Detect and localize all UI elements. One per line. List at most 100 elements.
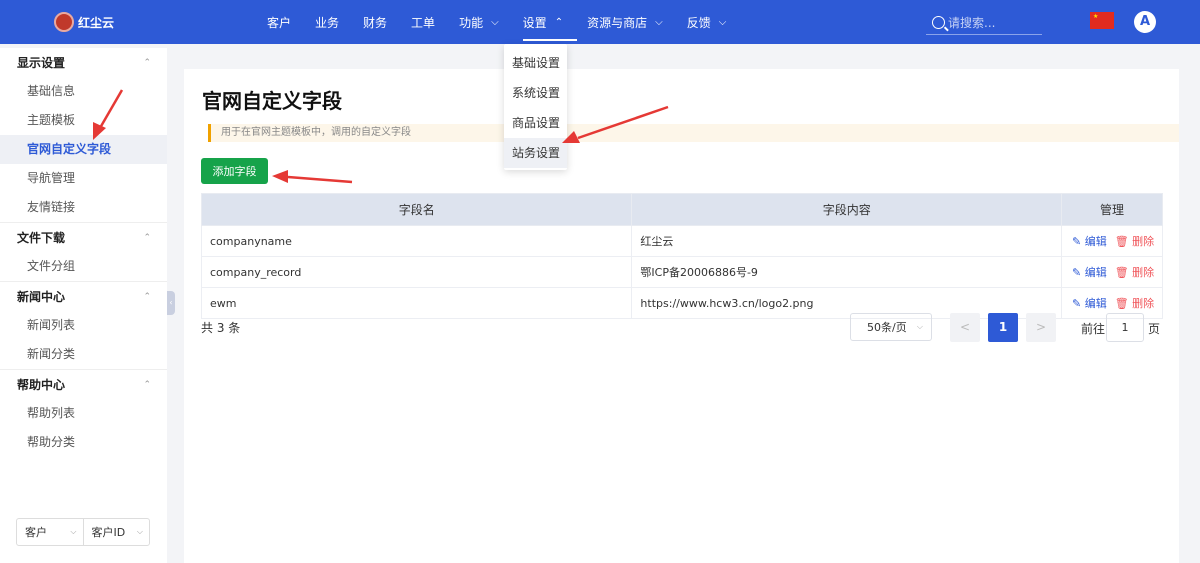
sidebar-item-nav-management[interactable]: 导航管理 [0, 164, 167, 193]
nav-tickets[interactable]: 工单 [411, 0, 435, 44]
sidebar-item-custom-fields[interactable]: 官网自定义字段 [0, 135, 167, 164]
pencil-icon: ✎ [1071, 235, 1082, 248]
goto-label: 前往 [1081, 322, 1106, 336]
column-header: 管理 [1060, 193, 1164, 226]
sidebar-group-news-center[interactable]: 新闻中心 ⌃ [0, 281, 167, 311]
chevron-down-icon: ⌵ [916, 322, 923, 331]
nav-business[interactable]: 业务 [315, 0, 339, 44]
menu-item-product-settings[interactable]: 商品设置 [504, 108, 567, 138]
page-size-value: 50条/页 [867, 321, 907, 334]
nav-label: 工单 [411, 15, 436, 30]
chevron-down-icon: ⌵ [70, 527, 77, 536]
nav-label: 客户 [267, 15, 292, 30]
sidebar-collapse-handle[interactable]: ‹ [167, 291, 175, 315]
group-title: 文件下载 [17, 231, 66, 245]
sidebar: 显示设置 ⌃ 基础信息 主题模板 官网自定义字段 导航管理 友情链接 文件下载 ⌃ … [0, 48, 167, 563]
next-page-button[interactable]: > [1026, 313, 1056, 342]
sidebar-item-basic-info[interactable]: 基础信息 [0, 77, 167, 106]
edit-button[interactable]: ✎ 编辑 [1072, 266, 1107, 279]
table-row: company_record 鄂ICP备20006886号-9 ✎ 编辑 🗑 删除 [200, 256, 1164, 288]
sidebar-item-help-categories[interactable]: 帮助分类 [0, 428, 167, 457]
menu-item-basic-settings[interactable]: 基础设置 [504, 48, 567, 78]
nav-finance[interactable]: 财务 [363, 0, 387, 44]
goto-suffix: 页 [1148, 322, 1161, 336]
nav-label: 反馈 [686, 15, 711, 30]
sidebar-item-friend-links[interactable]: 友情链接 [0, 193, 167, 222]
main-nav: 客户 业务 财务 工单 功能 ⌵ 设置 ⌃ 资源与商店 ⌵ 反馈 ⌵ [267, 0, 750, 44]
add-field-button[interactable]: 添加字段 [201, 158, 268, 184]
edit-label: 编辑 [1084, 297, 1107, 310]
sidebar-item-file-groups[interactable]: 文件分组 [0, 252, 167, 281]
field-name-cell: ewm [200, 287, 633, 319]
nav-label: 资源与商店 [587, 15, 648, 30]
pencil-icon: ✎ [1071, 266, 1082, 279]
nav-features[interactable]: 功能 ⌵ [459, 0, 499, 44]
nav-label: 业务 [315, 15, 340, 30]
chevron-up-icon: ⌃ [143, 232, 151, 243]
delete-button[interactable]: 🗑 删除 [1115, 235, 1154, 248]
nav-settings[interactable]: 设置 ⌃ [522, 0, 578, 44]
nav-feedback[interactable]: 反馈 ⌵ [687, 0, 727, 44]
group-title: 显示设置 [17, 56, 66, 70]
sidebar-group-file-download[interactable]: 文件下载 ⌃ [0, 222, 167, 252]
notice-banner: 用于在官网主题模板中，调用的自定义字段 [208, 124, 1179, 142]
menu-item-system-settings[interactable]: 系统设置 [504, 78, 567, 108]
field-name-cell: company_record [200, 256, 633, 288]
nav-label: 设置 [522, 15, 547, 30]
edit-button[interactable]: ✎ 编辑 [1072, 235, 1107, 248]
table-row: companyname 红尘云 ✎ 编辑 🗑 删除 [200, 225, 1164, 257]
trash-icon: 🗑 [1114, 235, 1129, 248]
column-header: 字段名 [200, 193, 633, 226]
sidebar-item-news-categories[interactable]: 新闻分类 [0, 340, 167, 369]
sidebar-group-display-settings[interactable]: 显示设置 ⌃ [0, 48, 167, 77]
logo[interactable]: 红尘云 [54, 12, 114, 32]
page-number-button[interactable]: 1 [988, 313, 1018, 342]
nav-customers[interactable]: 客户 [267, 0, 291, 44]
delete-button[interactable]: 🗑 删除 [1115, 266, 1154, 279]
pencil-icon: ✎ [1071, 297, 1082, 310]
search-input[interactable]: 请搜索... [926, 10, 1042, 35]
customer-id-select[interactable]: 客户ID ⌵ [82, 519, 150, 545]
field-name-cell: companyname [200, 225, 633, 257]
nav-label: 功能 [459, 15, 484, 30]
delete-button[interactable]: 🗑 删除 [1115, 297, 1154, 310]
group-title: 帮助中心 [17, 378, 66, 392]
field-content-cell: 红尘云 [631, 225, 1062, 257]
chevron-down-icon: ⌵ [136, 527, 143, 536]
top-navbar: 红尘云 客户 业务 财务 工单 功能 ⌵ 设置 ⌃ 资源与商店 ⌵ 反馈 ⌵ 请搜索..… [0, 0, 1200, 44]
chevron-up-icon: ⌃ [143, 291, 151, 302]
total-count: 共 3 条 [201, 321, 241, 335]
actions-cell: ✎ 编辑 🗑 删除 [1060, 256, 1164, 288]
column-header: 字段内容 [631, 193, 1062, 226]
china-flag-icon[interactable]: ★ [1090, 12, 1114, 29]
table-row: ewm https://www.hcw3.cn/logo2.png ✎ 编辑 🗑 … [200, 287, 1164, 319]
table-header-row: 字段名 字段内容 管理 [200, 193, 1164, 226]
menu-item-site-settings[interactable]: 站务设置 [504, 138, 567, 168]
edit-button[interactable]: ✎ 编辑 [1072, 297, 1107, 310]
field-content-cell: 鄂ICP备20006886号-9 [631, 256, 1062, 288]
logo-icon [54, 12, 74, 32]
page-title: 官网自定义字段 [202, 89, 342, 113]
edit-label: 编辑 [1084, 235, 1107, 248]
trash-icon: 🗑 [1114, 297, 1129, 310]
chevron-down-icon: ⌵ [655, 16, 663, 28]
sidebar-item-news-list[interactable]: 新闻列表 [0, 311, 167, 340]
nav-resources-store[interactable]: 资源与商店 ⌵ [587, 0, 663, 44]
page-size-select[interactable]: 50条/页 ⌵ [850, 313, 932, 341]
delete-label: 删除 [1132, 266, 1155, 279]
sidebar-item-help-list[interactable]: 帮助列表 [0, 399, 167, 428]
customer-type-select[interactable]: 客户 ⌵ [17, 519, 83, 545]
chevron-down-icon: ⌵ [491, 16, 499, 28]
chevron-up-icon: ⌃ [143, 379, 151, 390]
delete-label: 删除 [1132, 297, 1155, 310]
trash-icon: 🗑 [1114, 266, 1129, 279]
actions-cell: ✎ 编辑 🗑 删除 [1060, 225, 1164, 257]
sidebar-item-theme-template[interactable]: 主题模板 [0, 106, 167, 135]
goto-page-input[interactable]: 1 [1106, 313, 1144, 342]
sidebar-group-help-center[interactable]: 帮助中心 ⌃ [0, 369, 167, 399]
nav-label: 财务 [363, 15, 388, 30]
group-title: 新闻中心 [17, 290, 66, 304]
prev-page-button[interactable]: < [950, 313, 980, 342]
avatar[interactable]: A [1134, 11, 1156, 33]
main-panel: 官网自定义字段 用于在官网主题模板中，调用的自定义字段 添加字段 字段名 字段内… [184, 69, 1179, 563]
